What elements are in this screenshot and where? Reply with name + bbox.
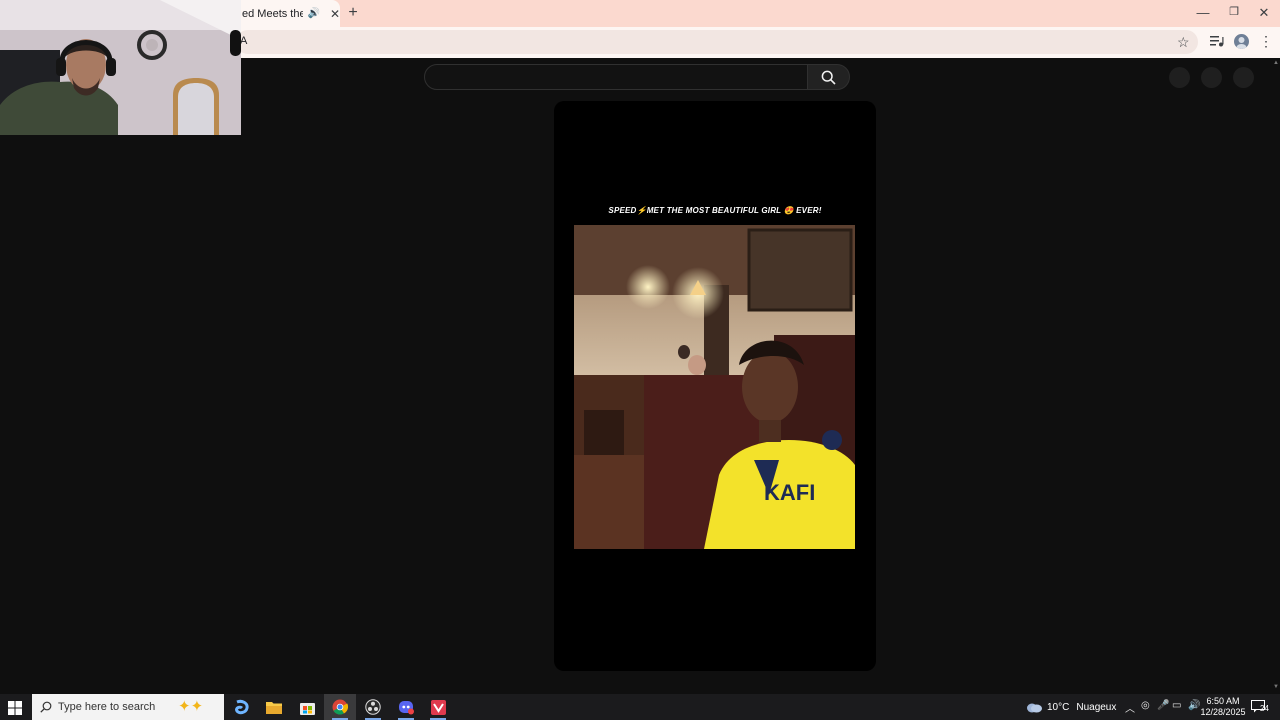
search-button[interactable] [807,64,850,90]
webcam-overlay [0,0,241,135]
notification-count: 24 [1260,704,1269,713]
video-page: SPEED⚡MET THE MOST BEAUTIFUL GIRL 😍 EVER… [0,58,1280,694]
speaker-icon[interactable]: 🔊 [307,8,319,19]
header-button-3[interactable] [1233,67,1254,88]
scroll-up-arrow[interactable]: ▲ [1272,60,1280,66]
volume-icon[interactable]: 🔊 [1188,700,1200,711]
page-scrollbar[interactable] [1272,58,1280,694]
chrome-icon[interactable] [324,694,356,720]
video-frame[interactable]: KAFI [574,225,855,549]
notification-icon[interactable]: 24 [1251,700,1273,715]
search-icon [40,701,52,713]
close-window-button[interactable]: ✕ [1255,5,1273,21]
close-icon[interactable]: ✕ [330,7,340,21]
video-caption: SPEED⚡MET THE MOST BEAUTIFUL GIRL 😍 EVER… [608,206,822,215]
address-bar[interactable]: A [236,30,1198,54]
windows-taskbar: Type here to search ✦✦ 10°C Nuageux ︿ ◎ … [0,694,1280,720]
active-tab[interactable]: ed Meets the Mo 🔊 ✕ [241,0,340,27]
scroll-down-arrow[interactable]: ▼ [1272,684,1280,690]
taskbar-search-input[interactable]: Type here to search ✦✦ [32,694,224,720]
webcam-image [0,0,241,135]
plus-icon[interactable]: + [346,4,360,22]
profile-icon[interactable] [1234,34,1249,49]
taskbar-search-placeholder: Type here to search [58,701,156,713]
cloud-icon [1027,703,1042,713]
network-icon[interactable]: ▭ [1172,700,1181,711]
restore-button[interactable]: ❐ [1225,5,1243,18]
weather-temp: 10°C [1047,701,1070,713]
clock[interactable]: 6:50 AM 12/28/2025 [1200,696,1246,718]
star-icon[interactable]: ☆ [1177,34,1190,51]
video-still-image: KAFI [574,225,855,549]
camera-icon[interactable]: ◎ [1141,700,1150,711]
video-player[interactable]: SPEED⚡MET THE MOST BEAUTIFUL GIRL 😍 EVER… [554,101,876,671]
clock-date: 12/28/2025 [1200,707,1246,717]
discord-icon[interactable] [390,694,422,720]
media-control-icon[interactable] [1210,35,1224,47]
store-icon[interactable] [291,694,323,720]
menu-icon[interactable]: ⋮ [1259,33,1273,50]
search-input[interactable] [424,64,808,90]
header-button-2[interactable] [1201,67,1222,88]
clock-time: 6:50 AM [1206,696,1240,706]
windows-start-icon[interactable] [8,701,22,715]
address-text: A [240,35,248,47]
obs-icon[interactable] [357,694,389,720]
tab-title: ed Meets the Mo [242,7,304,20]
minimize-button[interactable]: — [1194,5,1212,20]
header-button-1[interactable] [1169,67,1190,88]
weather-widget[interactable]: 10°C Nuageux [1025,694,1116,720]
svg-text:KAFI: KAFI [764,480,815,505]
microphone-icon[interactable]: 🎤 [1157,700,1169,711]
weather-text: Nuageux [1076,701,1117,713]
chevron-up-icon[interactable]: ︿ [1125,700,1135,715]
file-explorer-icon[interactable] [258,694,290,720]
search-icon [821,70,836,85]
app-icon[interactable] [422,694,454,720]
sparkle-icon: ✦✦ [178,698,204,715]
copilot-icon[interactable] [226,694,258,720]
